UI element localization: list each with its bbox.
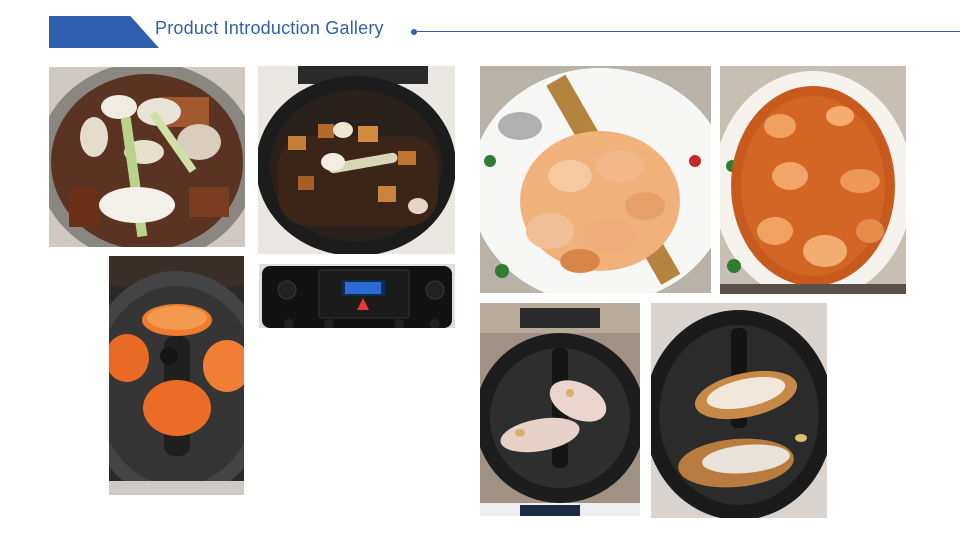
control-panel-photo (259, 264, 455, 328)
title-accent-shape (49, 16, 159, 48)
raw-fish-cooker-photo (480, 303, 640, 516)
page-title: Product Introduction Gallery (155, 18, 384, 38)
braised-pork-cooker-photo (258, 66, 455, 254)
garlic-pork-pot-photo (49, 67, 245, 247)
title-divider-line (417, 31, 960, 32)
shrimp-sauce-plate-photo (720, 66, 906, 294)
shrimp-plate-photo (480, 66, 711, 293)
title-line-dot (411, 29, 417, 35)
cooked-fish-cooker-photo (651, 303, 827, 518)
fried-fish-cakes-photo (109, 256, 244, 495)
